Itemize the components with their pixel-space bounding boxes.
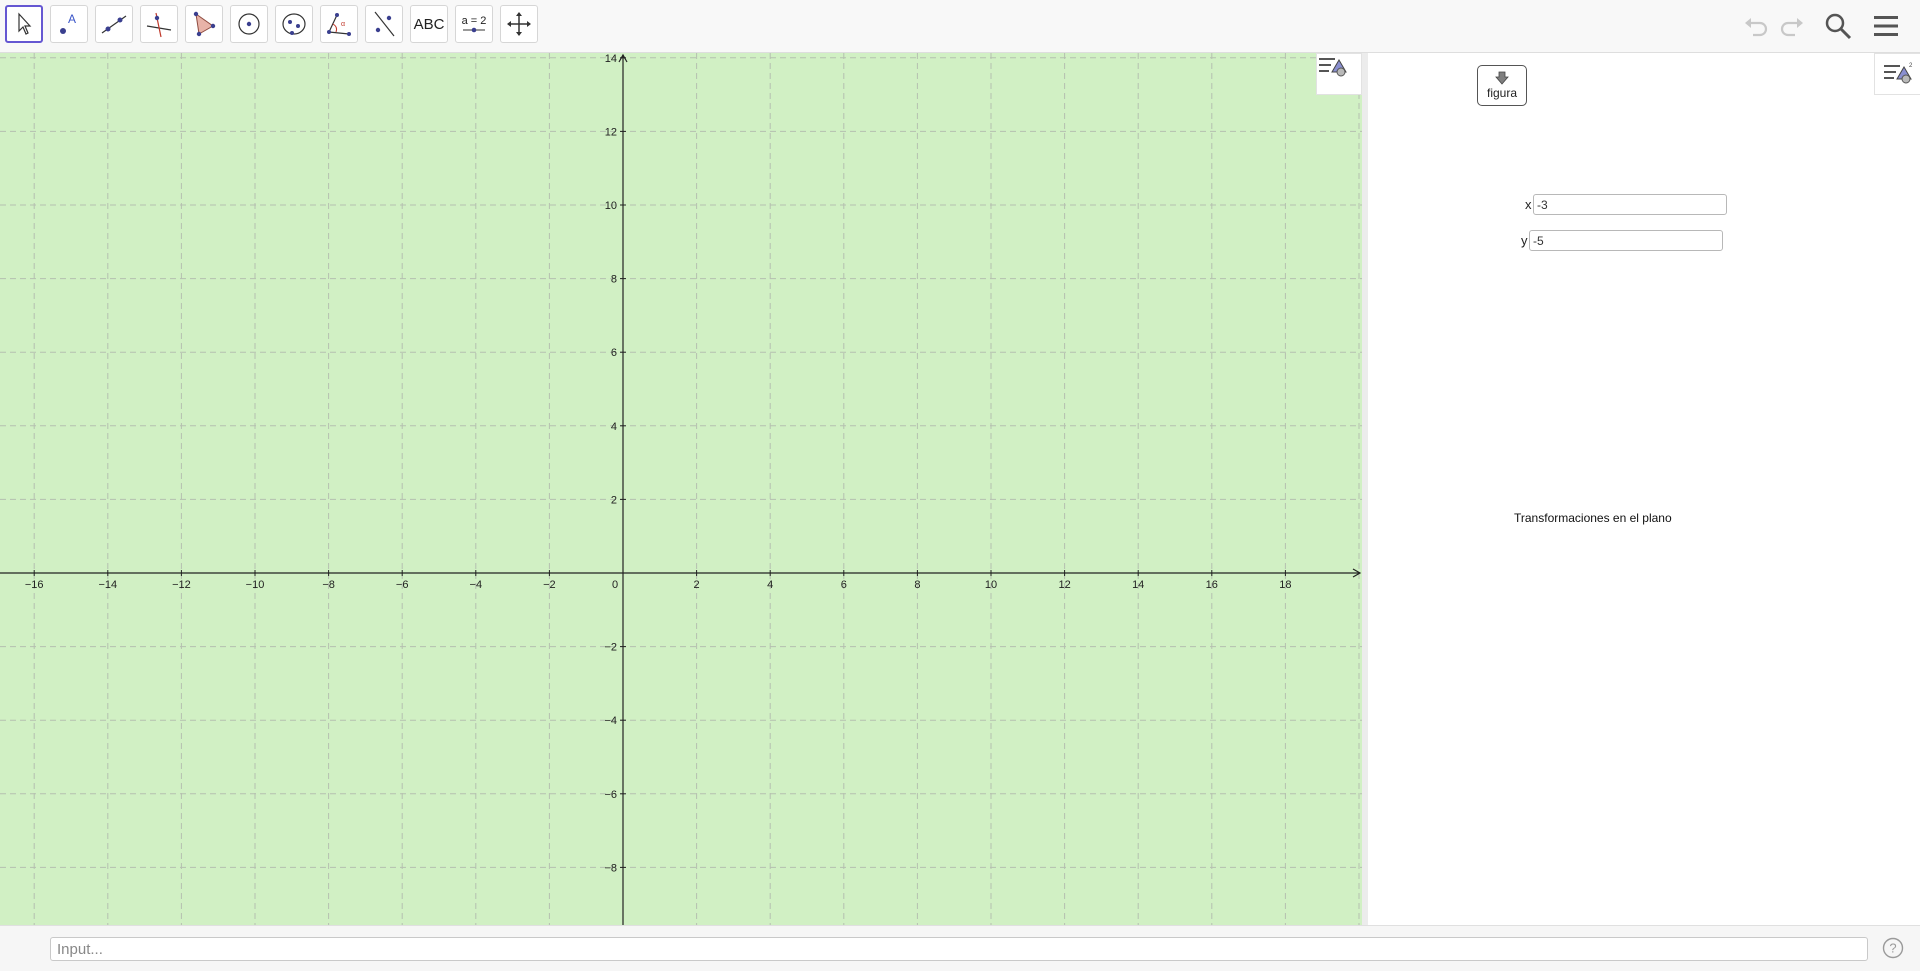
point-icon: A [60,12,76,34]
search-button[interactable] [1822,10,1854,42]
perpendicular-line-icon [146,12,172,38]
slider-icon: a = 2 [461,15,487,33]
svg-text:α: α [341,21,345,28]
x-tick-label: 10 [985,579,997,591]
x-tick-label: −12 [172,579,191,591]
search-icon [1825,13,1852,40]
y-tick-label: 10 [605,200,617,212]
stylebar-2-icon: 2 [1884,63,1913,84]
x-tick-label: 8 [914,579,920,591]
polygon-icon [193,11,216,37]
text-tool-button[interactable]: ABC [410,5,448,43]
coordinate-plane: −16 −14 −12 −10 −8 −6 −4 −2 0 2 4 6 8 10 12 14 16 18 14 12… [0,53,1362,925]
figura-button[interactable]: figura [1477,65,1527,106]
reflect-tool-button[interactable] [365,5,403,43]
x-tick-label: −4 [470,579,483,591]
point-tool-button[interactable]: A [50,5,88,43]
help-icon[interactable]: ? [1882,937,1904,959]
x-tick-label: 12 [1058,579,1070,591]
menu-icon [1874,16,1898,36]
x-tick-label: 4 [767,579,773,591]
caption-text: Transformaciones en el plano [1514,511,1672,525]
text-icon: ABC [413,15,445,33]
y-input-box[interactable] [1529,230,1723,251]
input-bar: ? [0,925,1920,971]
x-tick-label: 18 [1279,579,1291,591]
figura-button-label: figura [1486,86,1518,100]
polygon-tool-button[interactable] [185,5,223,43]
slider-tool-button[interactable]: a = 2 [455,5,493,43]
y-tick-label: −8 [604,862,617,874]
y-tick-label: 8 [611,274,617,286]
x-tick-label: −14 [98,579,117,591]
circle-tool-button[interactable] [230,5,268,43]
x-tick-label: −2 [543,579,556,591]
slider-icon-label: a = 2 [461,15,487,27]
svg-text:?: ? [1889,941,1896,956]
angle-tool-button[interactable]: α [320,5,358,43]
pointer-arrow-icon [18,12,32,35]
svg-text:A: A [68,12,76,26]
arrow-down-icon [1495,71,1509,85]
angle-icon: α [327,13,351,36]
line-through-two-points-icon [101,15,127,34]
x-field-label: x [1525,197,1532,212]
y-tick-label: −6 [604,789,617,801]
graphics-view-2[interactable]: figura x y Transformaciones en el plano … [1368,53,1920,925]
x-tick-label: 16 [1206,579,1218,591]
x-tick-label: 6 [841,579,847,591]
graphics-stylebar-toggle[interactable] [1316,53,1362,95]
y-tick-label: 14 [605,53,617,65]
redo-button[interactable] [1776,10,1808,42]
x-tick-label: −16 [25,579,44,591]
x-tick-label: −6 [396,579,409,591]
move-tool-button[interactable] [5,5,43,43]
y-field-label: y [1521,233,1528,248]
x-tick-label: −10 [246,579,265,591]
move-view-tool-button[interactable] [500,5,538,43]
y-tick-label: 6 [611,347,617,359]
redo-icon [1780,18,1803,37]
x-input-box[interactable] [1533,194,1727,215]
y-tick-label: −2 [604,642,617,654]
algebra-input[interactable] [50,937,1868,961]
line-tool-button[interactable] [95,5,133,43]
move-graphics-view-icon [507,12,531,36]
ellipse-tool-button[interactable] [275,5,313,43]
toolbar: A α ABC a = 2 [0,0,1920,53]
undo-button[interactable] [1740,10,1772,42]
graphics-view[interactable]: −16 −14 −12 −10 −8 −6 −4 −2 0 2 4 6 8 10 12 14 16 18 14 12… [0,53,1362,925]
main-menu-button[interactable] [1870,10,1902,42]
reflect-line-icon [374,11,395,37]
ellipse-icon [282,13,306,35]
x-tick-label: 0 [612,579,618,591]
perpendicular-tool-button[interactable] [140,5,178,43]
x-tick-label: 14 [1132,579,1144,591]
y-tick-label: 4 [611,421,617,433]
y-tick-label: 2 [611,494,617,506]
svg-text:2: 2 [1909,63,1913,69]
circle-center-point-icon [238,13,260,35]
graphics2-stylebar-toggle[interactable]: 2 [1874,53,1920,95]
x-tick-label: 2 [694,579,700,591]
y-tick-label: −4 [604,715,617,727]
y-tick-label: 12 [605,126,617,138]
stylebar-icon [1319,58,1347,77]
undo-icon [1745,18,1768,37]
x-tick-label: −8 [322,579,335,591]
